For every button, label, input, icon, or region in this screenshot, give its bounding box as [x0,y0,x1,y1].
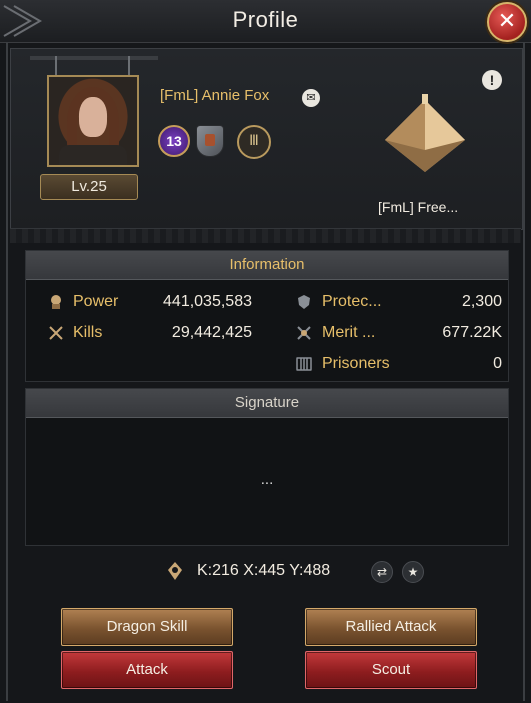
avatar-face [79,97,107,137]
prisoners-value: 0 [493,355,502,372]
share-icon[interactable]: ⇄ [371,561,393,583]
signature-panel: Signature ... [25,388,509,546]
title-bar: Profile ✕ [0,0,531,43]
city-name: [FmL] Free... [378,199,459,215]
kills-icon [49,326,63,340]
divider [10,228,521,243]
level-plate: Lv.25 [40,174,138,200]
signature-text: ... [260,471,274,488]
location-pin-icon [168,562,182,580]
page-title: Profile [232,7,299,32]
signature-heading: Signature [26,389,508,418]
level-badge[interactable]: 13 [158,125,190,157]
close-button[interactable]: ✕ [487,2,527,42]
dragon-skill-button[interactable]: Dragon Skill [61,608,233,646]
star-icon[interactable]: ★ [402,561,424,583]
prisoners-icon [296,357,312,371]
pillar-badge-icon[interactable]: Ⅲ [237,125,271,159]
close-icon: ✕ [497,8,517,33]
city-pyramid-icon[interactable] [380,92,470,182]
power-label: Power [73,293,119,310]
information-heading: Information [26,251,508,280]
coordinates-link[interactable]: K:216 X:445 Y:488 [197,562,330,580]
player-name: [FmL] Annie Fox [160,87,270,104]
attack-button[interactable]: Attack [61,651,233,689]
shield-badge-icon[interactable] [196,125,224,157]
avatar-coat [59,145,127,165]
hanger-chain [55,56,57,76]
merit-icon [297,326,311,340]
kills-label: Kills [73,324,103,341]
kills-value: 29,442,425 [171,324,252,341]
mail-icon[interactable]: ✉ [302,89,320,107]
power-icon [51,295,61,309]
protection-label: Protec... [322,293,382,310]
rallied-attack-button[interactable]: Rallied Attack [305,608,477,646]
avatar[interactable] [47,75,139,167]
scout-button[interactable]: Scout [305,651,477,689]
prisoners-label: Prisoners [322,355,390,372]
merit-value: 677.22K [442,324,502,341]
hanger-bar [30,56,158,60]
protection-icon [298,295,310,309]
hanger-chain [128,56,130,76]
information-panel: Information Power 441,035,583 Kills 29,4… [25,250,509,382]
protection-value: 2,300 [461,293,502,310]
info-icon[interactable]: ! [482,70,502,90]
power-value: 441,035,583 [163,293,252,310]
merit-label: Merit ... [322,324,376,341]
